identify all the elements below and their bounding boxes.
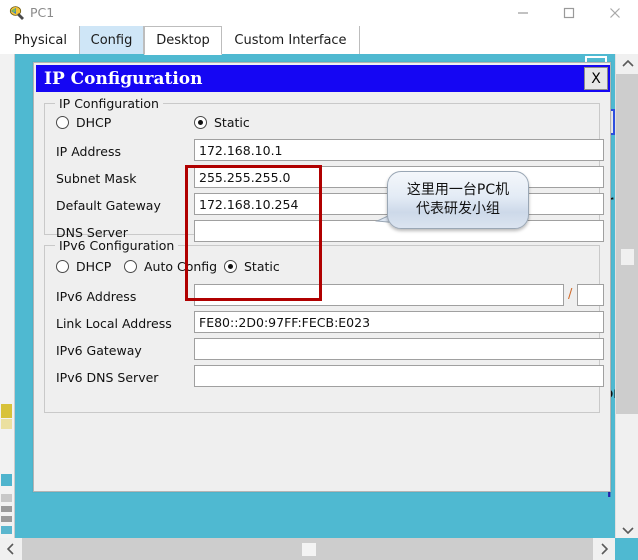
scrollbar-corner [615, 538, 638, 560]
dialog-title: IP Configuration [44, 69, 203, 89]
horizontal-scrollbar-thumb[interactable] [302, 543, 316, 556]
ipv4-dhcp-radio[interactable]: DHCP [56, 115, 111, 130]
callout-bubble: 这里用一台PC机 代表研发小组 [387, 171, 529, 229]
ipv6-prefix-separator: / [568, 287, 573, 302]
ipv4-static-label: Static [214, 115, 250, 130]
radio-dot-icon [224, 260, 237, 273]
chevron-left-icon[interactable] [0, 538, 22, 560]
dialog-titlebar: IP Configuration X [36, 65, 610, 92]
radio-dot-icon [124, 260, 137, 273]
tab-config[interactable]: Config [80, 26, 144, 54]
chevron-right-icon[interactable] [593, 538, 615, 560]
desktop-canvas: r or l IP Configuration X IP Configurati… [0, 54, 638, 560]
ipv6-dns-server-input[interactable] [194, 365, 604, 387]
horizontal-scrollbar[interactable] [0, 538, 615, 560]
link-local-address-input[interactable]: FE80::2D0:97FF:FECB:E023 [194, 311, 604, 333]
ipv6-auto-config-label: Auto Config [144, 259, 218, 274]
vertical-scrollbar-track[interactable] [616, 74, 638, 414]
tab-physical-label: Physical [14, 32, 67, 48]
vertical-scrollbar[interactable] [615, 54, 638, 540]
ip-configuration-dialog: IP Configuration X IP Configuration DHCP… [33, 62, 611, 492]
ipv6-static-radio[interactable]: Static [224, 259, 280, 274]
device-tabs: Physical Config Desktop Custom Interface [0, 26, 638, 55]
maximize-button[interactable] [546, 0, 592, 26]
tab-config-label: Config [90, 32, 133, 48]
ipv6-prefix-input[interactable] [577, 284, 604, 306]
ipv6-address-label: IPv6 Address [56, 289, 137, 304]
ipv6-dns-server-label: IPv6 DNS Server [56, 370, 159, 385]
packet-tracer-icon [8, 4, 26, 22]
close-button[interactable] [592, 0, 638, 26]
ip-address-label: IP Address [56, 144, 121, 159]
ipv4-group-label: IP Configuration [55, 96, 163, 111]
chevron-down-icon[interactable] [616, 520, 638, 540]
default-gateway-label: Default Gateway [56, 198, 161, 213]
ipv6-dhcp-label: DHCP [76, 259, 112, 274]
callout-line-1: 这里用一台PC机 [406, 182, 510, 198]
window-titlebar: PC1 [0, 0, 638, 27]
ipv6-static-label: Static [244, 259, 280, 274]
tab-desktop-label: Desktop [156, 33, 210, 48]
background-left-strip [0, 54, 15, 540]
radio-dot-icon [194, 116, 207, 129]
pc-device-window: PC1 Physical Config Desktop Custom Inter… [0, 0, 638, 560]
ipv6-dhcp-radio[interactable]: DHCP [56, 259, 111, 274]
packet-tracer-workspace: r or l IP Configuration X IP Configurati… [15, 54, 621, 560]
callout-line-2: 代表研发小组 [416, 201, 500, 217]
ipv4-static-radio[interactable]: Static [194, 115, 250, 130]
radio-dot-icon [56, 116, 69, 129]
tab-custom-interface[interactable]: Custom Interface [222, 26, 360, 54]
ipv4-dhcp-label: DHCP [76, 115, 112, 130]
tab-physical[interactable]: Physical [2, 26, 80, 54]
ipv6-gateway-label: IPv6 Gateway [56, 343, 142, 358]
link-local-address-label: Link Local Address [56, 316, 172, 331]
minimize-button[interactable] [500, 0, 546, 26]
vertical-scrollbar-thumb[interactable] [621, 249, 634, 265]
ipv6-auto-config-radio[interactable]: Auto Config [124, 259, 217, 274]
radio-dot-icon [56, 260, 69, 273]
ipv6-address-input[interactable] [194, 284, 564, 306]
chevron-up-icon[interactable] [616, 54, 638, 74]
dialog-close-label: X [591, 70, 601, 87]
ip-address-input[interactable]: 172.168.10.1 [194, 139, 604, 161]
horizontal-scrollbar-track[interactable] [22, 538, 593, 560]
ipv6-gateway-input[interactable] [194, 338, 604, 360]
subnet-mask-label: Subnet Mask [56, 171, 137, 186]
window-title: PC1 [30, 5, 55, 20]
ipv6-group-label: IPv6 Configuration [55, 238, 179, 253]
dialog-close-button[interactable]: X [584, 67, 608, 90]
tab-desktop[interactable]: Desktop [144, 26, 222, 55]
annotation-callout: 这里用一台PC机 代表研发小组 [375, 171, 529, 233]
tab-custom-interface-label: Custom Interface [234, 32, 347, 48]
